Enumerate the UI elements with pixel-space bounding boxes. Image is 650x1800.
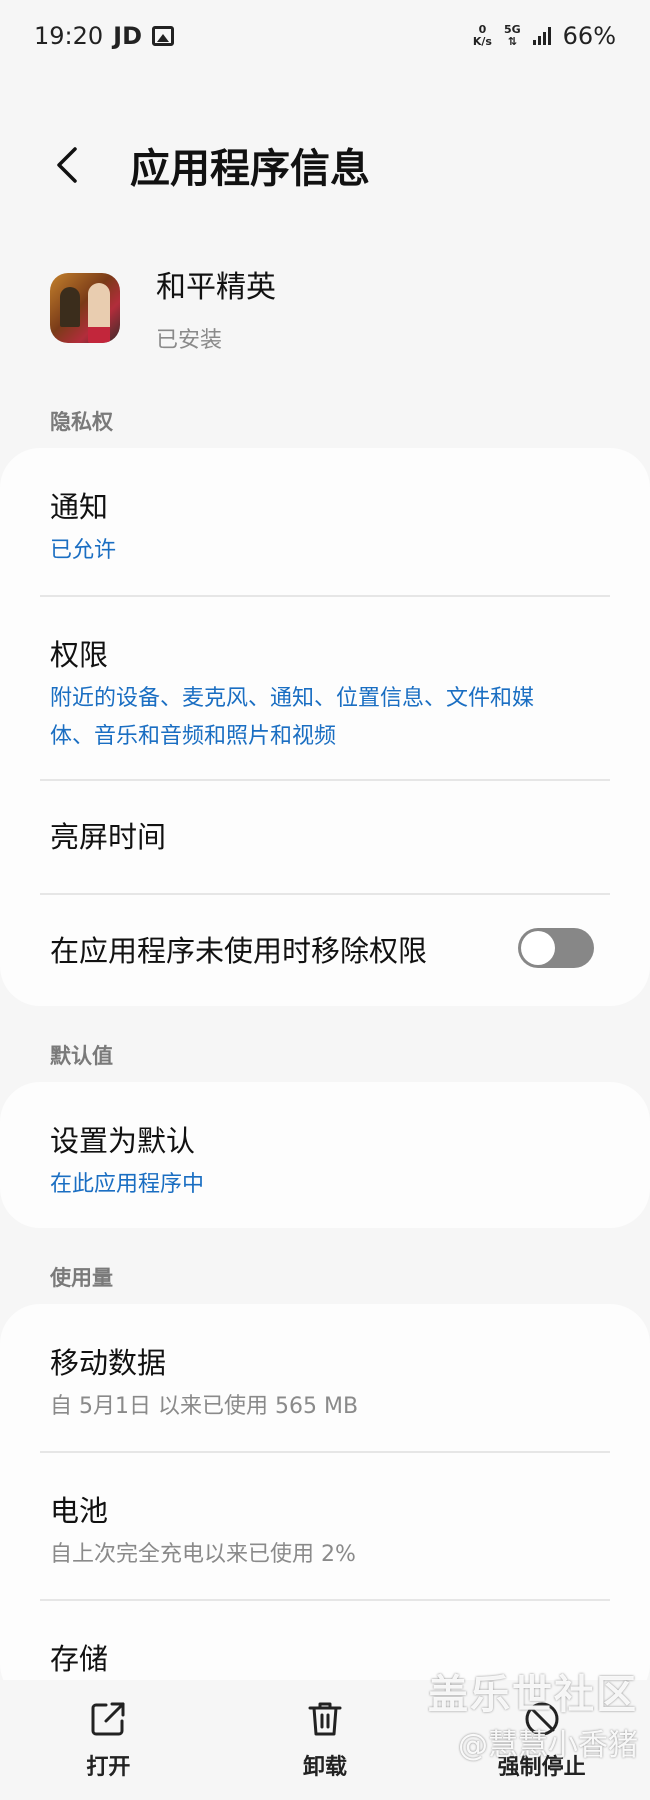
permissions-item[interactable]: 权限 附近的设备、麦克风、通知、位置信息、文件和媒 体、音乐和音频和照片和视频 (0, 596, 650, 778)
battery-percent: 66% (562, 22, 616, 50)
open-external-icon (91, 1702, 125, 1736)
app-name: 和平精英 (156, 270, 276, 305)
usage-card: 移动数据 自 5月1日 以来已使用 565 MB 电池 自上次完全充电以来已使用… (0, 1304, 650, 1704)
open-label: 打开 (86, 1755, 131, 1780)
signal-icon (532, 27, 551, 45)
image-notification-icon (152, 26, 175, 46)
section-label-defaults: 默认值 (50, 1044, 113, 1068)
permissions-value-line1: 附近的设备、麦克风、通知、位置信息、文件和媒 (50, 686, 535, 711)
privacy-card: 通知 已允许 权限 附近的设备、麦克风、通知、位置信息、文件和媒 体、音乐和音频… (0, 448, 650, 1006)
trash-icon (308, 1702, 342, 1736)
watermark-author: @慧慧小香猪 (458, 1728, 638, 1763)
defaults-card: 设置为默认 在此应用程序中 (0, 1082, 650, 1228)
mobile-data-value: 自 5月1日 以来已使用 565 MB (50, 1394, 359, 1419)
app-info: 和平精英 已安装 (156, 262, 276, 354)
status-left: 19:20 JD (34, 22, 175, 50)
back-button[interactable] (38, 135, 98, 195)
screen-time-title: 亮屏时间 (50, 820, 167, 854)
notification-value: 已允许 (50, 538, 117, 563)
status-time: 19:20 (34, 22, 104, 50)
net-speed-indicator: 0 K/s (473, 24, 492, 48)
app-install-status: 已安装 (156, 328, 223, 353)
watermark: 盖乐世社区 @慧慧小香猪 (428, 1662, 638, 1764)
screen-time-item[interactable]: 亮屏时间 (0, 780, 650, 892)
section-label-usage: 使用量 (50, 1266, 113, 1290)
uninstall-label: 卸载 (303, 1755, 348, 1780)
status-bar: 19:20 JD 0 K/s 5G ⇅ 66% (0, 0, 650, 72)
permissions-title: 权限 (50, 638, 109, 672)
app-summary: 和平精英 已安装 (50, 262, 276, 354)
page-title: 应用程序信息 (130, 146, 370, 192)
set-default-title: 设置为默认 (50, 1124, 196, 1158)
back-arrow-icon (57, 147, 77, 183)
set-default-value: 在此应用程序中 (50, 1172, 205, 1197)
status-right: 0 K/s 5G ⇅ 66% (473, 22, 616, 50)
app-icon (50, 273, 120, 343)
carrier-label: JD (113, 22, 143, 50)
battery-title: 电池 (50, 1494, 109, 1528)
notification-title: 通知 (50, 490, 109, 524)
remove-permissions-toggle[interactable] (518, 928, 594, 968)
battery-value: 自上次完全充电以来已使用 2% (50, 1542, 356, 1567)
battery-item[interactable]: 电池 自上次完全充电以来已使用 2% (0, 1452, 650, 1598)
mobile-data-item[interactable]: 移动数据 自 5月1日 以来已使用 565 MB (0, 1304, 650, 1450)
net-speed-unit: K/s (472, 35, 492, 48)
section-label-privacy: 隐私权 (50, 410, 113, 434)
open-button[interactable]: 打开 (0, 1680, 217, 1800)
header: 应用程序信息 (0, 120, 650, 210)
mobile-data-title: 移动数据 (50, 1346, 167, 1380)
watermark-community: 盖乐世社区 (428, 1672, 638, 1718)
notification-item[interactable]: 通知 已允许 (0, 448, 650, 594)
data-arrows-icon: ⇅ (507, 35, 517, 48)
network-type-indicator: 5G ⇅ (504, 24, 521, 48)
remove-permissions-item[interactable]: 在应用程序未使用时移除权限 (0, 894, 650, 1006)
set-default-item[interactable]: 设置为默认 在此应用程序中 (0, 1082, 650, 1228)
uninstall-button[interactable]: 卸载 (217, 1680, 434, 1800)
permissions-value-line2: 体、音乐和音频和照片和视频 (50, 724, 337, 749)
